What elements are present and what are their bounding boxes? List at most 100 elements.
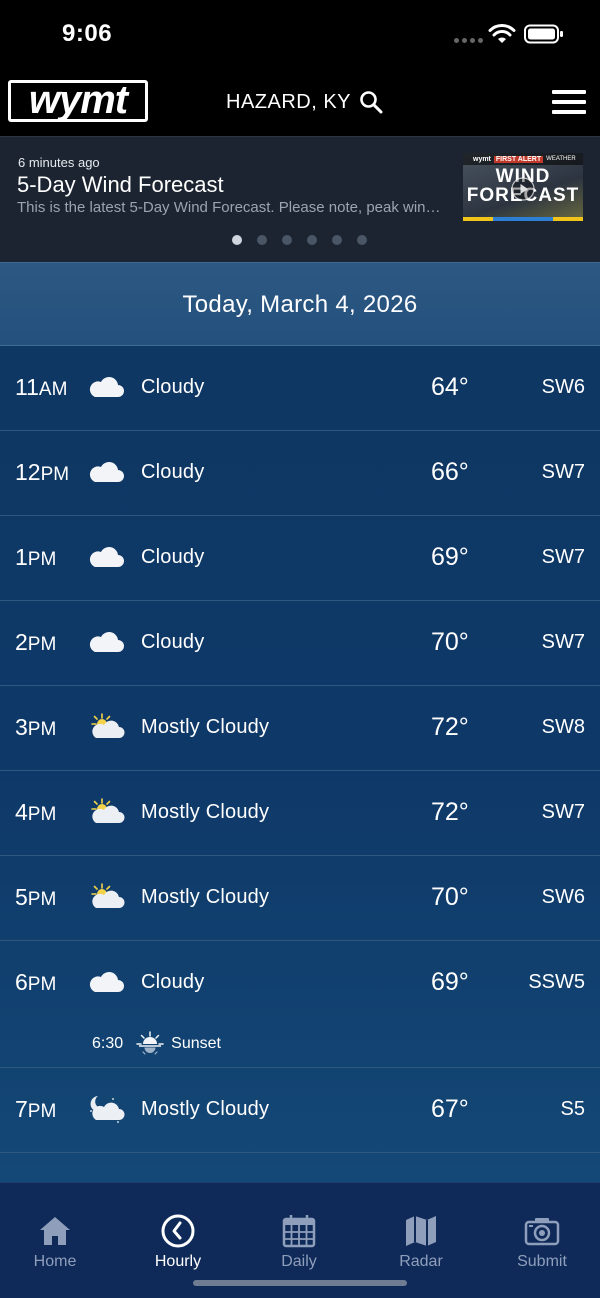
hour-label: 4PM [15, 799, 57, 825]
sun-cloud-icon [86, 712, 126, 742]
tab-label: Hourly [154, 1253, 202, 1270]
hourly-row[interactable]: 4PM Mostly Cloudy 72° SW7 [0, 771, 600, 856]
cloud-icon [86, 967, 126, 997]
hour-label: 5PM [15, 884, 57, 910]
pager-dot[interactable] [232, 235, 242, 245]
hamburger-menu-icon[interactable] [552, 90, 586, 114]
hourly-forecast-list[interactable]: 11AM Cloudy 64° SW6 12PM Cloudy 66° SW7 … [0, 346, 600, 1182]
wifi-icon [488, 24, 516, 43]
condition-label: Mostly Cloudy [141, 1098, 270, 1120]
condition-label: Mostly Cloudy [141, 801, 270, 823]
moon-cloud-icon [86, 1094, 126, 1124]
temperature: 67° [431, 1095, 469, 1123]
date-label: Today, March 4, 2026 [182, 291, 418, 318]
map-icon [406, 1216, 436, 1246]
wind-value: SSW5 [528, 971, 585, 993]
condition-label: Mostly Cloudy [141, 886, 270, 908]
sunset-event: 6:30 Sunset [92, 1029, 221, 1059]
wind-value: SW7 [541, 631, 585, 653]
wind-value: SW7 [541, 801, 585, 823]
hour-label: 7PM [15, 1096, 57, 1122]
temperature: 72° [431, 798, 469, 826]
hour-label: 11AM [15, 374, 68, 400]
play-icon [511, 177, 535, 201]
hourly-row-partial[interactable] [0, 1153, 600, 1182]
tab-label: Submit [517, 1253, 567, 1270]
wind-value: S5 [560, 1098, 585, 1120]
tab-submit[interactable]: Submit [497, 1213, 587, 1271]
carousel-pager[interactable] [232, 235, 367, 245]
temperature: 72° [431, 713, 469, 741]
clock-icon [161, 1214, 195, 1248]
tab-radar[interactable]: Radar [376, 1213, 466, 1271]
calendar-icon [282, 1215, 316, 1248]
thumbnail-color-strip [463, 217, 583, 221]
hour-label: 12PM [15, 459, 70, 485]
hour-label: 3PM [15, 714, 57, 740]
search-icon [360, 91, 383, 114]
sunset-time: 6:30 [92, 1035, 124, 1052]
condition-label: Cloudy [141, 376, 205, 398]
hour-label: 2PM [15, 629, 57, 655]
status-time: 9:06 [62, 20, 113, 47]
status-bar: 9:06 [0, 0, 600, 70]
hourly-row[interactable]: 1PM Cloudy 69° SW7 [0, 516, 600, 601]
condition-label: Cloudy [141, 546, 205, 568]
cloud-icon [86, 542, 126, 572]
wind-value: SW7 [541, 546, 585, 568]
wind-value: SW6 [541, 376, 585, 398]
sunset-label: Sunset [171, 1035, 221, 1052]
cloud-icon [86, 627, 126, 657]
app-header: wymt HAZARD, KY [0, 70, 600, 136]
wind-value: SW6 [541, 886, 585, 908]
condition-label: Cloudy [141, 971, 205, 993]
condition-label: Cloudy [141, 631, 205, 653]
tab-home[interactable]: Home [10, 1213, 100, 1271]
cloud-icon [86, 457, 126, 487]
pager-dot[interactable] [307, 235, 317, 245]
home-icon [40, 1217, 70, 1245]
location-label: HAZARD, KY [226, 90, 352, 113]
pager-dot[interactable] [257, 235, 267, 245]
wymt-logo[interactable]: wymt [8, 80, 148, 122]
hour-label: 6PM [15, 969, 57, 995]
condition-label: Mostly Cloudy [141, 716, 270, 738]
sun-cloud-icon [86, 882, 126, 912]
wind-value: SW8 [541, 716, 585, 738]
temperature: 64° [431, 373, 469, 401]
hourly-row[interactable]: 6PM Cloudy 69° SSW5 6:30 Sunset [0, 941, 600, 1068]
wind-value: SW7 [541, 461, 585, 483]
hourly-row[interactable]: 5PM Mostly Cloudy 70° SW6 [0, 856, 600, 941]
temperature: 70° [431, 883, 469, 911]
thumbnail-brand-bar: wymt FIRST ALERT WEATHER [463, 153, 583, 165]
news-title[interactable]: 5-Day Wind Forecast [17, 172, 224, 198]
date-header: Today, March 4, 2026 [0, 262, 600, 346]
pager-dot[interactable] [357, 235, 367, 245]
hour-label: 1PM [15, 544, 57, 570]
tab-hourly[interactable]: Hourly [133, 1213, 223, 1271]
hourly-row[interactable]: 3PM Mostly Cloudy 72° SW8 [0, 686, 600, 771]
news-description: This is the latest 5-Day Wind Forecast. … [17, 199, 445, 216]
home-indicator[interactable] [193, 1280, 407, 1286]
news-video-thumbnail[interactable]: wymt FIRST ALERT WEATHER WIND FORECAST [463, 153, 583, 221]
hourly-row[interactable]: 7PM Mostly Cloudy 67° S5 [0, 1068, 600, 1153]
condition-label: Cloudy [141, 461, 205, 483]
cellular-signal-icon [454, 38, 483, 43]
tab-label: Radar [399, 1253, 443, 1270]
sunset-icon [136, 1031, 164, 1055]
pager-dot[interactable] [332, 235, 342, 245]
hourly-row[interactable]: 12PM Cloudy 66° SW7 [0, 431, 600, 516]
hourly-row[interactable]: 11AM Cloudy 64° SW6 [0, 346, 600, 431]
hourly-row[interactable]: 2PM Cloudy 70° SW7 [0, 601, 600, 686]
pager-dot[interactable] [282, 235, 292, 245]
temperature: 69° [431, 968, 469, 996]
news-time-ago: 6 minutes ago [18, 155, 100, 170]
location-search-button[interactable]: HAZARD, KY [226, 90, 383, 114]
logo-text: wymt [28, 78, 128, 122]
battery-icon [524, 24, 563, 44]
tab-label: Daily [281, 1253, 317, 1270]
news-carousel[interactable]: 6 minutes ago 5-Day Wind Forecast This i… [0, 136, 600, 262]
tab-daily[interactable]: Daily [254, 1213, 344, 1271]
temperature: 66° [431, 458, 469, 486]
cloud-icon [86, 372, 126, 402]
